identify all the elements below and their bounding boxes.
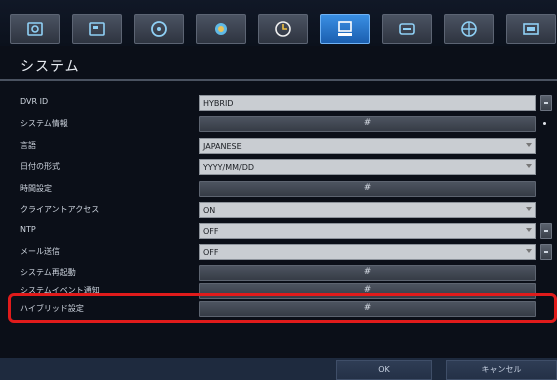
row-time-setting: 時間設定 # [0,180,557,198]
client-access-label: クライアントアクセス [20,205,100,214]
row-dvr-id: DVR ID HYBRID [0,94,557,112]
mail-send-label: メール送信 [20,247,60,256]
row-ntp: NTP OFF [0,222,557,240]
mail-settings-button[interactable] [540,244,552,260]
ntp-value: OFF [203,227,219,236]
tab-system[interactable] [320,14,370,44]
chevron-down-icon [526,207,532,211]
language-select[interactable]: JAPANESE [199,138,536,154]
row-date-format: 日付の形式 YYYY/MM/DD [0,158,557,176]
dot-icon [543,122,546,125]
tab-globe[interactable] [444,14,494,44]
chevron-down-icon [526,164,532,168]
ntp-label: NTP [20,225,36,234]
row-mail-send: メール送信 OFF [0,243,557,261]
chevron-down-icon [526,249,532,253]
time-setting-button[interactable]: # [199,181,536,197]
chevron-down-icon [526,143,532,147]
page-title: システム [20,59,80,75]
tab-camera[interactable] [10,14,60,44]
tab-network[interactable] [196,14,246,44]
ok-button[interactable]: OK [336,360,432,380]
tab-storage[interactable] [382,14,432,44]
dvr-id-edit-button[interactable] [540,95,552,111]
ntp-settings-button[interactable] [540,223,552,239]
record-icon [89,22,105,36]
mail-send-value: OFF [203,248,219,257]
chevron-down-icon [526,228,532,232]
tab-display[interactable] [506,14,556,44]
tab-disc[interactable] [134,14,184,44]
time-setting-label: 時間設定 [20,184,52,193]
system-info-button[interactable]: # [199,116,536,132]
date-format-select[interactable]: YYYY/MM/DD [199,159,536,175]
globe-icon [461,21,477,37]
title-divider [0,79,557,81]
ntp-select[interactable]: OFF [199,223,536,239]
disc-icon [151,21,167,37]
mail-send-select[interactable]: OFF [199,244,536,260]
system-monitor-icon [338,21,352,36]
top-tab-bar [0,0,557,46]
row-language: 言語 JAPANESE [0,137,557,155]
camera-icon [27,22,43,36]
system-restart-button[interactable]: # [199,265,536,281]
client-access-value: ON [203,206,216,215]
date-format-value: YYYY/MM/DD [203,163,255,172]
highlight-annotation [8,293,557,323]
row-system-info: システム情報 # [0,115,557,133]
row-client-access: クライアントアクセス ON [0,201,557,219]
dvr-settings-screen: システム DVR ID HYBRID システム情報 # 言語 JAPANESE … [0,0,557,380]
client-access-select[interactable]: ON [199,202,536,218]
system-info-label: システム情報 [20,119,68,128]
display-icon [523,23,539,35]
network-icon [215,23,227,35]
date-format-label: 日付の形式 [20,162,60,171]
tab-clock[interactable] [258,14,308,44]
tab-record[interactable] [72,14,122,44]
dvr-id-field[interactable]: HYBRID [199,95,536,111]
system-restart-label: システム再起動 [20,268,76,277]
dvr-id-label: DVR ID [20,97,49,106]
row-system-restart: システム再起動 # [0,264,557,282]
clock-icon [275,21,291,37]
cancel-button[interactable]: キャンセル [446,360,557,380]
language-label: 言語 [20,141,36,150]
language-value: JAPANESE [203,142,242,151]
storage-icon [399,23,415,35]
